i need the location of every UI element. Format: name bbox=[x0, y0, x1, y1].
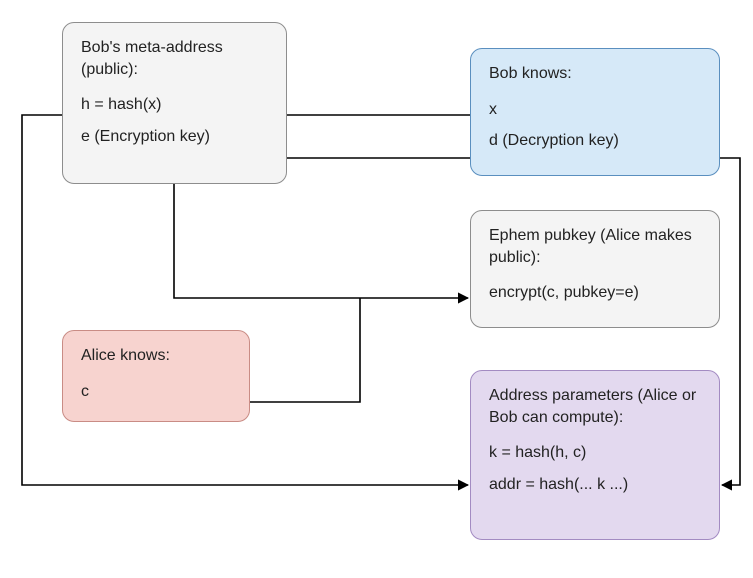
alice-c: c bbox=[81, 381, 231, 403]
box-alice-knows: Alice knows: c bbox=[62, 330, 250, 422]
bob-title: Bob knows: bbox=[489, 63, 701, 85]
params-addr: addr = hash(... k ...) bbox=[489, 474, 701, 496]
box-address-parameters: Address parameters (Alice or Bob can com… bbox=[470, 370, 720, 540]
alice-title: Alice knows: bbox=[81, 345, 231, 367]
box-bob-meta-address: Bob's meta-address (public): h = hash(x)… bbox=[62, 22, 287, 184]
bob-x: x bbox=[489, 99, 701, 121]
edge-c-to-encrypt bbox=[250, 298, 360, 402]
ephem-encrypt: encrypt(c, pubkey=e) bbox=[489, 282, 701, 304]
meta-h: h = hash(x) bbox=[81, 94, 268, 116]
edge-meta-to-encrypt bbox=[174, 184, 468, 298]
box-bob-knows: Bob knows: x d (Decryption key) bbox=[470, 48, 720, 176]
meta-e: e (Encryption key) bbox=[81, 126, 268, 148]
ephem-title: Ephem pubkey (Alice makes public): bbox=[489, 225, 701, 268]
bob-d: d (Decryption key) bbox=[489, 130, 701, 152]
meta-title: Bob's meta-address (public): bbox=[81, 37, 268, 80]
box-ephem-pubkey: Ephem pubkey (Alice makes public): encry… bbox=[470, 210, 720, 328]
params-title: Address parameters (Alice or Bob can com… bbox=[489, 385, 701, 428]
diagram-stage: Bob's meta-address (public): h = hash(x)… bbox=[0, 0, 753, 578]
params-k: k = hash(h, c) bbox=[489, 442, 701, 464]
edge-d-to-k bbox=[720, 158, 740, 485]
